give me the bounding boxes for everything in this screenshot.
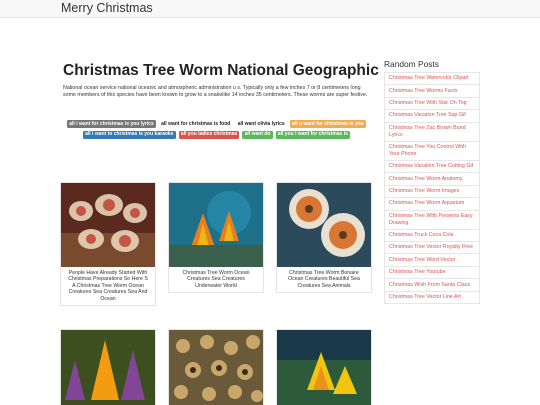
tag-link[interactable]: all you i want for christmas is (275, 130, 351, 139)
random-post-link[interactable]: Christmas Tree Watercolor Clipart (384, 73, 480, 86)
image-card[interactable]: People Have Already Started With Christm… (60, 182, 156, 307)
card-caption: People Have Already Started With Christm… (68, 270, 148, 302)
article-description: National ocean service national oceanic … (63, 85, 368, 99)
random-post-link[interactable]: Christmas Truck Coca Cola (384, 229, 480, 243)
image-card[interactable] (168, 329, 264, 405)
card-caption: Christmas Tree Worm Bonaire Ocean Creatu… (288, 270, 360, 289)
christmas-tree-worm-image (277, 183, 371, 267)
random-post-link[interactable]: Christmas Tree Word Vector (384, 254, 480, 267)
random-post-link[interactable]: Christmas Tree You Control With Your Pho… (384, 141, 480, 161)
random-post-link[interactable]: Christmas Tree With Presents Easy Drawin… (384, 210, 480, 230)
random-post-link[interactable]: Christmas Tree Worm Anatomy (384, 173, 480, 186)
christmas-tree-worm-image (61, 330, 155, 405)
random-post-link[interactable]: Christmas Tree Worms Facts (384, 85, 480, 98)
random-post-link[interactable]: Christmas Tree Vector Royalty Free (384, 242, 480, 255)
tag-list: all i want for christmas is you lyrics al… (63, 120, 370, 139)
tag-link[interactable]: all want do (242, 130, 273, 139)
sidebar: Random Posts Christmas Tree Watercolor C… (384, 59, 480, 305)
tag-link[interactable]: all i want to christmas is you karaoke (82, 130, 176, 139)
random-post-link[interactable]: Christmas Tree Youtube (384, 266, 480, 280)
top-navbar: Merry Christmas (0, 0, 540, 18)
image-card[interactable]: Christmas Tree Worm Ocean Creatures Sea … (168, 182, 264, 294)
image-card[interactable] (276, 329, 372, 405)
tag-link[interactable]: all want for christmas is food (159, 120, 233, 128)
tag-link[interactable]: all u want for christmas is you (289, 120, 366, 128)
tag-link[interactable]: all you ladies christmas (178, 130, 240, 139)
image-card[interactable]: Christmas Tree Worm Bonaire Ocean Creatu… (276, 182, 372, 294)
random-post-link[interactable]: Christmas Tree Vector Line Art (384, 291, 480, 305)
random-post-link[interactable]: Christmas Vacation Tree Cutting Gif (384, 160, 480, 174)
sidebar-title: Random Posts (384, 59, 439, 69)
card-caption: Christmas Tree Worm Ocean Creatures Sea … (182, 270, 250, 289)
random-post-link[interactable]: Christmas Tree Zac Brown Band Lyrics (384, 122, 480, 142)
tag-link[interactable]: all want olivia lyrics (236, 120, 287, 128)
tag-link[interactable]: all i want for christmas is you lyrics (67, 120, 156, 128)
random-post-link[interactable]: Christmas Tree With Star On Top (384, 97, 480, 111)
random-post-link[interactable]: Christmas Tree Worm Aquarium (384, 198, 480, 211)
christmas-tree-worm-image (169, 183, 263, 267)
image-card[interactable] (60, 329, 156, 405)
christmas-tree-worm-image (61, 183, 155, 267)
random-post-link[interactable]: Christmas Vacation Tree Sap Gif (384, 110, 480, 123)
christmas-tree-worm-image (169, 330, 263, 405)
christmas-tree-worm-image (277, 330, 371, 405)
site-brand-link[interactable]: Merry Christmas (61, 1, 153, 16)
random-post-link[interactable]: Christmas Tree Worm Images (384, 185, 480, 199)
random-post-link[interactable]: Christmas Wish From Santa Claus (384, 279, 480, 292)
random-posts-list: Christmas Tree Watercolor Clipart Christm… (384, 72, 480, 305)
page-title: Christmas Tree Worm National Geographic (63, 62, 379, 79)
